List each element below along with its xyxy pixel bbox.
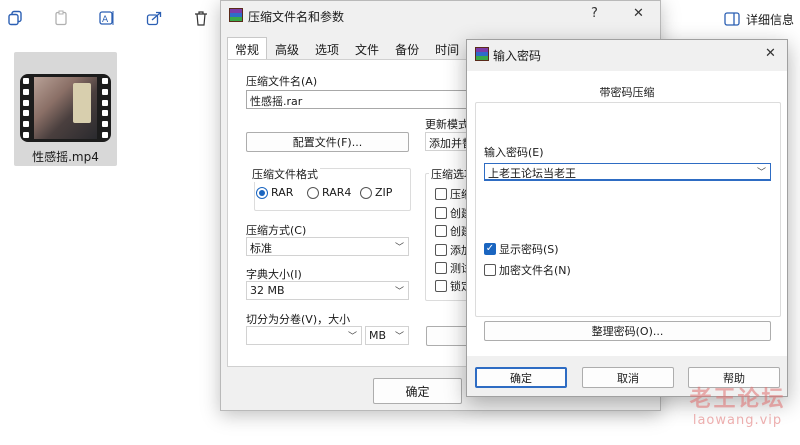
- copy-icon[interactable]: [6, 9, 24, 27]
- dict-size-select[interactable]: 32 MB ﹀: [246, 281, 409, 300]
- details-pane-icon: [724, 12, 740, 26]
- chevron-down-icon[interactable]: ﹀: [757, 165, 766, 178]
- paste-icon[interactable]: [52, 9, 70, 27]
- update-mode-label: 更新模式: [425, 118, 469, 131]
- checkbox: [435, 207, 447, 219]
- film-strip-right: [102, 78, 109, 138]
- password-dialog-title: 输入密码: [493, 49, 542, 63]
- winrar-icon: [229, 8, 243, 22]
- help-button[interactable]: ?: [591, 6, 598, 21]
- details-button[interactable]: 详细信息: [724, 9, 794, 29]
- checkbox: [435, 262, 447, 274]
- dialog-tabs: 常规 高级 选项 文件 备份 时间: [227, 37, 467, 59]
- method-label: 压缩方式(C): [246, 224, 307, 237]
- tab-files[interactable]: 文件: [347, 37, 387, 59]
- password-group: [475, 102, 781, 317]
- show-password-checkbox[interactable]: ✓ 显示密码(S): [484, 241, 559, 257]
- split-size-input[interactable]: ﹀: [246, 326, 362, 345]
- split-volumes-label: 切分为分卷(V)，大小: [246, 313, 351, 326]
- chevron-down-icon: ﹀: [394, 287, 404, 297]
- format-rar-radio[interactable]: RAR: [256, 186, 293, 199]
- chevron-down-icon: ﹀: [394, 332, 404, 342]
- close-button[interactable]: ✕: [633, 6, 644, 21]
- checkbox: [484, 264, 496, 276]
- password-subtitle: 带密码压缩: [599, 86, 655, 99]
- dialog-titlebar: 压缩文件名和参数 ? ✕: [221, 1, 660, 31]
- video-frame-image: [34, 77, 97, 139]
- split-unit-select[interactable]: MB ﹀: [365, 326, 409, 345]
- tab-backup[interactable]: 备份: [387, 37, 427, 59]
- chevron-down-icon: ﹀: [347, 332, 357, 342]
- checkbox: [435, 188, 447, 200]
- checkbox: [435, 280, 447, 292]
- winrar-icon: [475, 47, 489, 61]
- site-watermark: 老王论坛 laowang.vip: [689, 387, 786, 428]
- format-label: 压缩文件格式: [250, 166, 320, 182]
- tab-advanced[interactable]: 高级: [267, 37, 307, 59]
- radio-dot: [307, 186, 319, 199]
- video-file-item[interactable]: 性感摇.mp4: [14, 52, 117, 166]
- video-thumbnail: [20, 74, 111, 142]
- file-name: 性感摇.mp4: [32, 150, 99, 164]
- delete-icon[interactable]: [192, 9, 210, 27]
- ok-button[interactable]: 确定: [475, 367, 567, 388]
- svg-text:A: A: [102, 15, 109, 25]
- dialog-title: 压缩文件名和参数: [248, 10, 345, 24]
- password-input-label: 输入密码(E): [484, 146, 544, 159]
- organize-passwords-button[interactable]: 整理密码(O)...: [484, 321, 771, 341]
- archive-name-field[interactable]: 性感摇.rar: [246, 90, 476, 109]
- tab-options[interactable]: 选项: [307, 37, 347, 59]
- radio-dot: [360, 186, 372, 199]
- details-label: 详细信息: [745, 12, 794, 27]
- format-rar4-radio[interactable]: RAR4: [307, 186, 351, 199]
- checkbox: [435, 225, 447, 237]
- profiles-button[interactable]: 配置文件(F)...: [246, 132, 409, 152]
- password-dialog-titlebar: 输入密码 ✕: [467, 40, 787, 70]
- encrypt-file-names-checkbox[interactable]: 加密文件名(N): [484, 262, 571, 278]
- checkmark-icon: ✓: [484, 243, 496, 255]
- method-select[interactable]: 标准 ﹀: [246, 237, 409, 256]
- checkbox: [435, 244, 447, 256]
- cancel-button[interactable]: 取消: [582, 367, 674, 388]
- radio-dot: [256, 186, 268, 199]
- rename-icon[interactable]: A: [98, 9, 116, 27]
- share-icon[interactable]: [145, 9, 163, 27]
- tab-general[interactable]: 常规: [227, 37, 268, 59]
- ok-button[interactable]: 确定: [373, 378, 462, 404]
- password-dialog: 输入密码 ✕ 带密码压缩 输入密码(E) 上老王论坛当老王 ﹀ ✓ 显示密码(S) …: [466, 39, 788, 397]
- chevron-down-icon: ﹀: [394, 243, 404, 253]
- archive-name-label: 压缩文件名(A): [246, 75, 318, 88]
- format-zip-radio[interactable]: ZIP: [360, 186, 392, 199]
- password-input[interactable]: 上老王论坛当老王 ﹀: [484, 163, 771, 181]
- tab-time[interactable]: 时间: [427, 37, 467, 59]
- dict-size-label: 字典大小(I): [246, 268, 302, 281]
- film-strip-left: [23, 78, 30, 138]
- close-button[interactable]: ✕: [765, 46, 776, 61]
